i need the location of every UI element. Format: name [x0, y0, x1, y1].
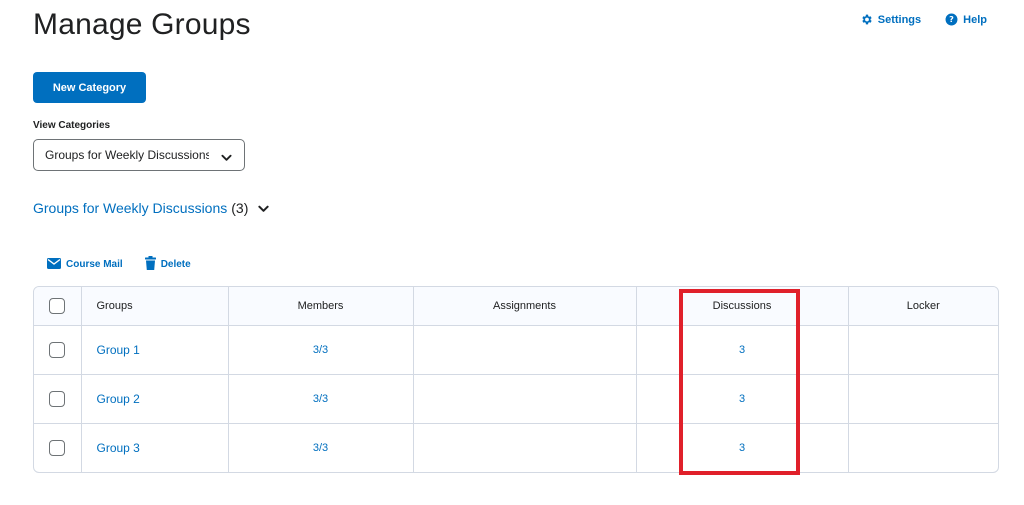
category-title-link[interactable]: Groups for Weekly Discussions — [33, 200, 227, 216]
help-circle-icon: ? — [945, 13, 958, 26]
discussions-link[interactable]: 3 — [739, 442, 745, 454]
table-header-row: Groups Members Assignments Discussions L… — [34, 287, 998, 326]
group-name-cell: Group 3 — [81, 423, 229, 472]
column-header-assignments: Assignments — [413, 287, 637, 326]
category-group-count: (3) — [231, 200, 249, 216]
category-select-value: Groups for Weekly Discussions — [45, 148, 209, 162]
assignments-cell — [413, 325, 637, 375]
column-header-groups[interactable]: Groups — [81, 287, 229, 326]
column-header-locker: Locker — [848, 287, 998, 326]
help-link[interactable]: ? Help — [945, 13, 987, 26]
table-row: Group 2 3/3 3 — [34, 374, 998, 424]
groups-table: Groups Members Assignments Discussions L… — [33, 286, 999, 473]
category-select[interactable]: Groups for Weekly Discussions — [33, 139, 245, 171]
group-actions: Course Mail Delete — [47, 256, 191, 273]
column-header-members: Members — [228, 287, 414, 326]
members-cell: 3/3 — [228, 374, 414, 424]
svg-text:?: ? — [949, 14, 954, 24]
discussions-link[interactable]: 3 — [739, 393, 745, 405]
members-link[interactable]: 3/3 — [313, 393, 328, 405]
row-select-cell — [34, 374, 82, 424]
row-checkbox[interactable] — [49, 390, 66, 407]
members-link[interactable]: 3/3 — [313, 442, 328, 454]
gear-icon — [860, 13, 873, 26]
group-name-cell: Group 2 — [81, 374, 229, 424]
select-all-checkbox[interactable] — [49, 297, 66, 314]
locker-cell — [848, 423, 998, 472]
row-checkbox[interactable] — [49, 439, 66, 456]
column-header-discussions: Discussions — [636, 287, 849, 326]
locker-cell — [848, 325, 998, 375]
group-name-cell: Group 1 — [81, 325, 229, 375]
help-label: Help — [963, 13, 987, 26]
discussions-link[interactable]: 3 — [739, 344, 745, 356]
delete-button[interactable]: Delete — [144, 256, 191, 273]
group-name-link[interactable]: Group 1 — [97, 343, 140, 357]
discussions-cell: 3 — [636, 374, 849, 424]
members-cell: 3/3 — [228, 423, 414, 472]
top-links: Settings ? Help — [860, 13, 987, 26]
discussions-cell: 3 — [636, 325, 849, 375]
trash-icon — [144, 256, 156, 273]
discussions-cell: 3 — [636, 423, 849, 472]
members-cell: 3/3 — [228, 325, 414, 375]
settings-label: Settings — [877, 13, 922, 26]
table-row: Group 3 3/3 3 — [34, 423, 998, 472]
envelope-icon — [47, 257, 61, 272]
group-name-link[interactable]: Group 3 — [97, 441, 140, 455]
delete-label: Delete — [160, 259, 191, 270]
chevron-down-icon[interactable] — [258, 200, 270, 216]
course-mail-button[interactable]: Course Mail — [47, 256, 123, 273]
row-select-cell — [34, 325, 82, 375]
group-name-link[interactable]: Group 2 — [97, 392, 140, 406]
locker-cell — [848, 374, 998, 424]
category-heading: Groups for Weekly Discussions (3) — [33, 200, 270, 216]
new-category-button[interactable]: New Category — [33, 72, 146, 103]
row-checkbox[interactable] — [49, 341, 66, 358]
course-mail-label: Course Mail — [66, 259, 123, 270]
row-select-cell — [34, 423, 82, 472]
table-row: Group 1 3/3 3 — [34, 325, 998, 375]
view-categories-label: View Categories — [33, 120, 111, 131]
select-all-cell — [34, 287, 82, 326]
assignments-cell — [413, 374, 637, 424]
members-link[interactable]: 3/3 — [313, 344, 328, 356]
page-title: Manage Groups — [33, 8, 251, 41]
settings-link[interactable]: Settings — [860, 13, 921, 26]
chevron-down-icon — [221, 151, 232, 165]
assignments-cell — [413, 423, 637, 472]
